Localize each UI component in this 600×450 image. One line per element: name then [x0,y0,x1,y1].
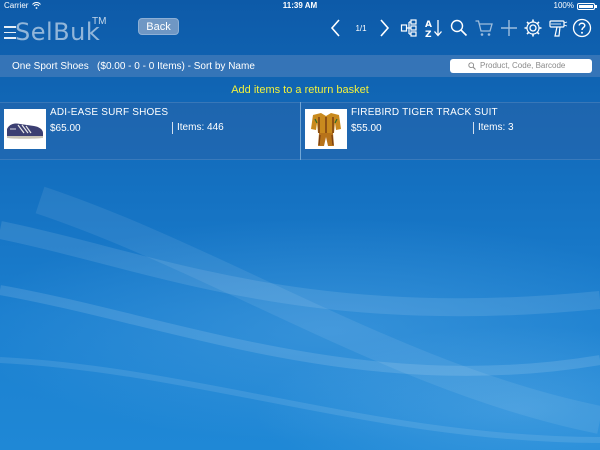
brand-logo: SelBuk [15,18,101,46]
search-icon[interactable] [449,18,469,38]
svg-text:A: A [425,20,432,30]
battery-fill [579,5,593,8]
product-name: FIREBIRD TIGER TRACK SUIT [351,107,498,118]
product-name: ADI-EASE SURF SHOES [50,107,169,118]
category-tree-icon[interactable] [400,18,420,38]
back-button[interactable]: Back [138,18,179,35]
barcode-scanner-icon[interactable] [548,18,568,38]
basket-summary: One Sport Shoes ($0.00 - 0 - 0 Items) - … [12,61,255,72]
brand-trademark: TM [92,16,107,27]
product-card[interactable]: FIREBIRD TIGER TRACK SUIT $55.00 Items: … [301,102,600,160]
product-stock: Items: 446 [172,122,224,134]
chevron-left-icon[interactable] [329,17,343,39]
product-stock: Items: 3 [473,122,514,134]
track-suit-image [305,109,347,149]
search-icon [468,62,476,70]
top-toolbar: SelBuk TM Back 1/1 A Z [0,12,600,52]
cart-icon[interactable] [474,18,494,38]
gear-icon[interactable] [523,18,543,38]
search-input[interactable]: Product, Code, Barcode [450,59,592,73]
return-basket-banner: Add items to a return basket [231,84,369,96]
battery-icon [577,3,597,10]
status-time: 11:39 AM [282,1,318,10]
battery-percent: 100% [553,1,574,10]
basket-info-bar: One Sport Shoes ($0.00 - 0 - 0 Items) - … [0,55,600,77]
product-price: $55.00 [351,123,382,134]
search-placeholder: Product, Code, Barcode [480,61,566,70]
shoe-image [4,109,46,149]
page-indicator: 1/1 [355,24,367,33]
product-card[interactable]: ADI-EASE SURF SHOES $65.00 Items: 446 [0,102,300,160]
sort-az-icon[interactable]: A Z [424,18,444,38]
help-icon[interactable] [572,18,592,38]
chevron-right-icon[interactable] [377,17,391,39]
product-price: $65.00 [50,123,81,134]
status-bar: Carrier 11:39 AM 100% [0,0,600,12]
plus-icon[interactable] [499,18,519,38]
card-divider [300,102,301,160]
svg-text:Z: Z [425,30,432,38]
